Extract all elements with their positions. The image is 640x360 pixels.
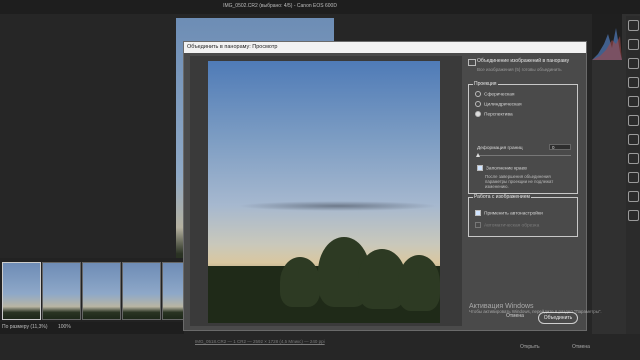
settings-icon[interactable] [627, 172, 639, 183]
crop-icon[interactable] [627, 39, 639, 50]
fill-note: После завершения объединения параметры п… [485, 174, 554, 190]
windows-activation-watermark: Активация Windows Чтобы активировать Win… [469, 303, 609, 314]
radio-label: Перспектива [484, 112, 513, 118]
preview-area [190, 56, 462, 326]
brush-icon[interactable] [627, 58, 639, 69]
edit-icon[interactable] [627, 20, 639, 31]
zoom-percent[interactable]: 100% [58, 324, 71, 330]
filmstrip-thumb[interactable] [42, 262, 81, 320]
merge-status: Все изображения (5) готовы объединить [477, 67, 562, 72]
zoom-icon[interactable] [627, 191, 639, 202]
boundary-warp-slider[interactable] [477, 155, 571, 156]
snapshots-icon[interactable] [627, 153, 639, 164]
cloud [238, 201, 438, 211]
tree [280, 257, 320, 307]
image-group-title: Работа с изображением [473, 194, 531, 200]
radio-perspective[interactable]: Перспектива [475, 111, 513, 117]
presets-icon[interactable] [627, 134, 639, 145]
projection-title: Проекция [473, 81, 498, 87]
panorama-icon [468, 59, 476, 66]
redeye-icon[interactable] [627, 115, 639, 126]
radio-label: Сферическая [484, 92, 515, 98]
filmstrip-thumb[interactable] [82, 262, 121, 320]
panorama-dialog: Объединить в панораму: Просмотр Объедине… [183, 41, 602, 331]
settings-panel: Объединение изображений в панораму Все и… [468, 56, 580, 326]
dialog-title-bar[interactable]: Объединить в панораму: Просмотр [184, 42, 586, 53]
radial-icon[interactable] [627, 96, 639, 107]
projection-group: Проекция Сферическая Цилиндрическая Перс… [468, 81, 578, 194]
right-toolbar [626, 16, 640, 356]
radio-icon [475, 91, 481, 97]
boundary-warp-input[interactable]: 0 [549, 144, 571, 150]
checkbox-label: Заполнение краев [486, 166, 527, 172]
dialog-title: Объединить в панораму: Просмотр [187, 44, 278, 50]
bottom-bar [0, 334, 640, 360]
filmstrip-thumb[interactable] [122, 262, 161, 320]
slider-thumb[interactable] [476, 153, 480, 157]
checkbox-label: Автоматическая обрезка [484, 223, 540, 229]
cancel-app-button[interactable]: Отмена [572, 344, 590, 350]
filmstrip [0, 258, 184, 322]
auto-crop-checkbox[interactable]: Автоматическая обрезка [475, 222, 539, 228]
radio-selected-icon [475, 111, 481, 117]
gradient-icon[interactable] [627, 77, 639, 88]
image-group: Работа с изображением Применить автонаст… [468, 194, 578, 237]
checkbox-icon [475, 210, 481, 216]
checkbox-icon [477, 165, 483, 171]
filmstrip-thumb[interactable] [2, 262, 41, 320]
boundary-warp-label: Деформация границ [477, 146, 523, 151]
checkbox-icon [475, 222, 481, 228]
radio-spherical[interactable]: Сферическая [475, 91, 514, 97]
hand-icon[interactable] [627, 210, 639, 221]
open-button[interactable]: Открыть [520, 344, 540, 350]
radio-icon [475, 101, 481, 107]
checkbox-label: Применить автонастройки [484, 211, 543, 217]
merge-heading: Объединение изображений в панораму [477, 58, 570, 64]
panorama-preview [208, 61, 440, 323]
histogram [592, 14, 622, 60]
filmstrip-thumb[interactable] [162, 262, 184, 320]
radio-label: Цилиндрическая [484, 102, 522, 108]
watermark-text: Чтобы активировать Windows, перейдите в … [469, 309, 602, 314]
zoom-label[interactable]: По размеру (11,3%) [2, 324, 48, 330]
window-title: IMG_0502.CR2 (выбрано: 4/5) - Canon EOS … [223, 3, 337, 9]
auto-settings-checkbox[interactable]: Применить автонастройки [475, 210, 543, 216]
histogram-graph [592, 28, 622, 60]
radio-cylindrical[interactable]: Цилиндрическая [475, 101, 522, 107]
tree [398, 255, 440, 311]
file-info-link[interactable]: IMG_0518.CR2 — 1 CR2 — 2592 × 1728 (4,5 … [195, 339, 325, 344]
fill-edges-checkbox[interactable]: Заполнение краев [477, 165, 527, 171]
